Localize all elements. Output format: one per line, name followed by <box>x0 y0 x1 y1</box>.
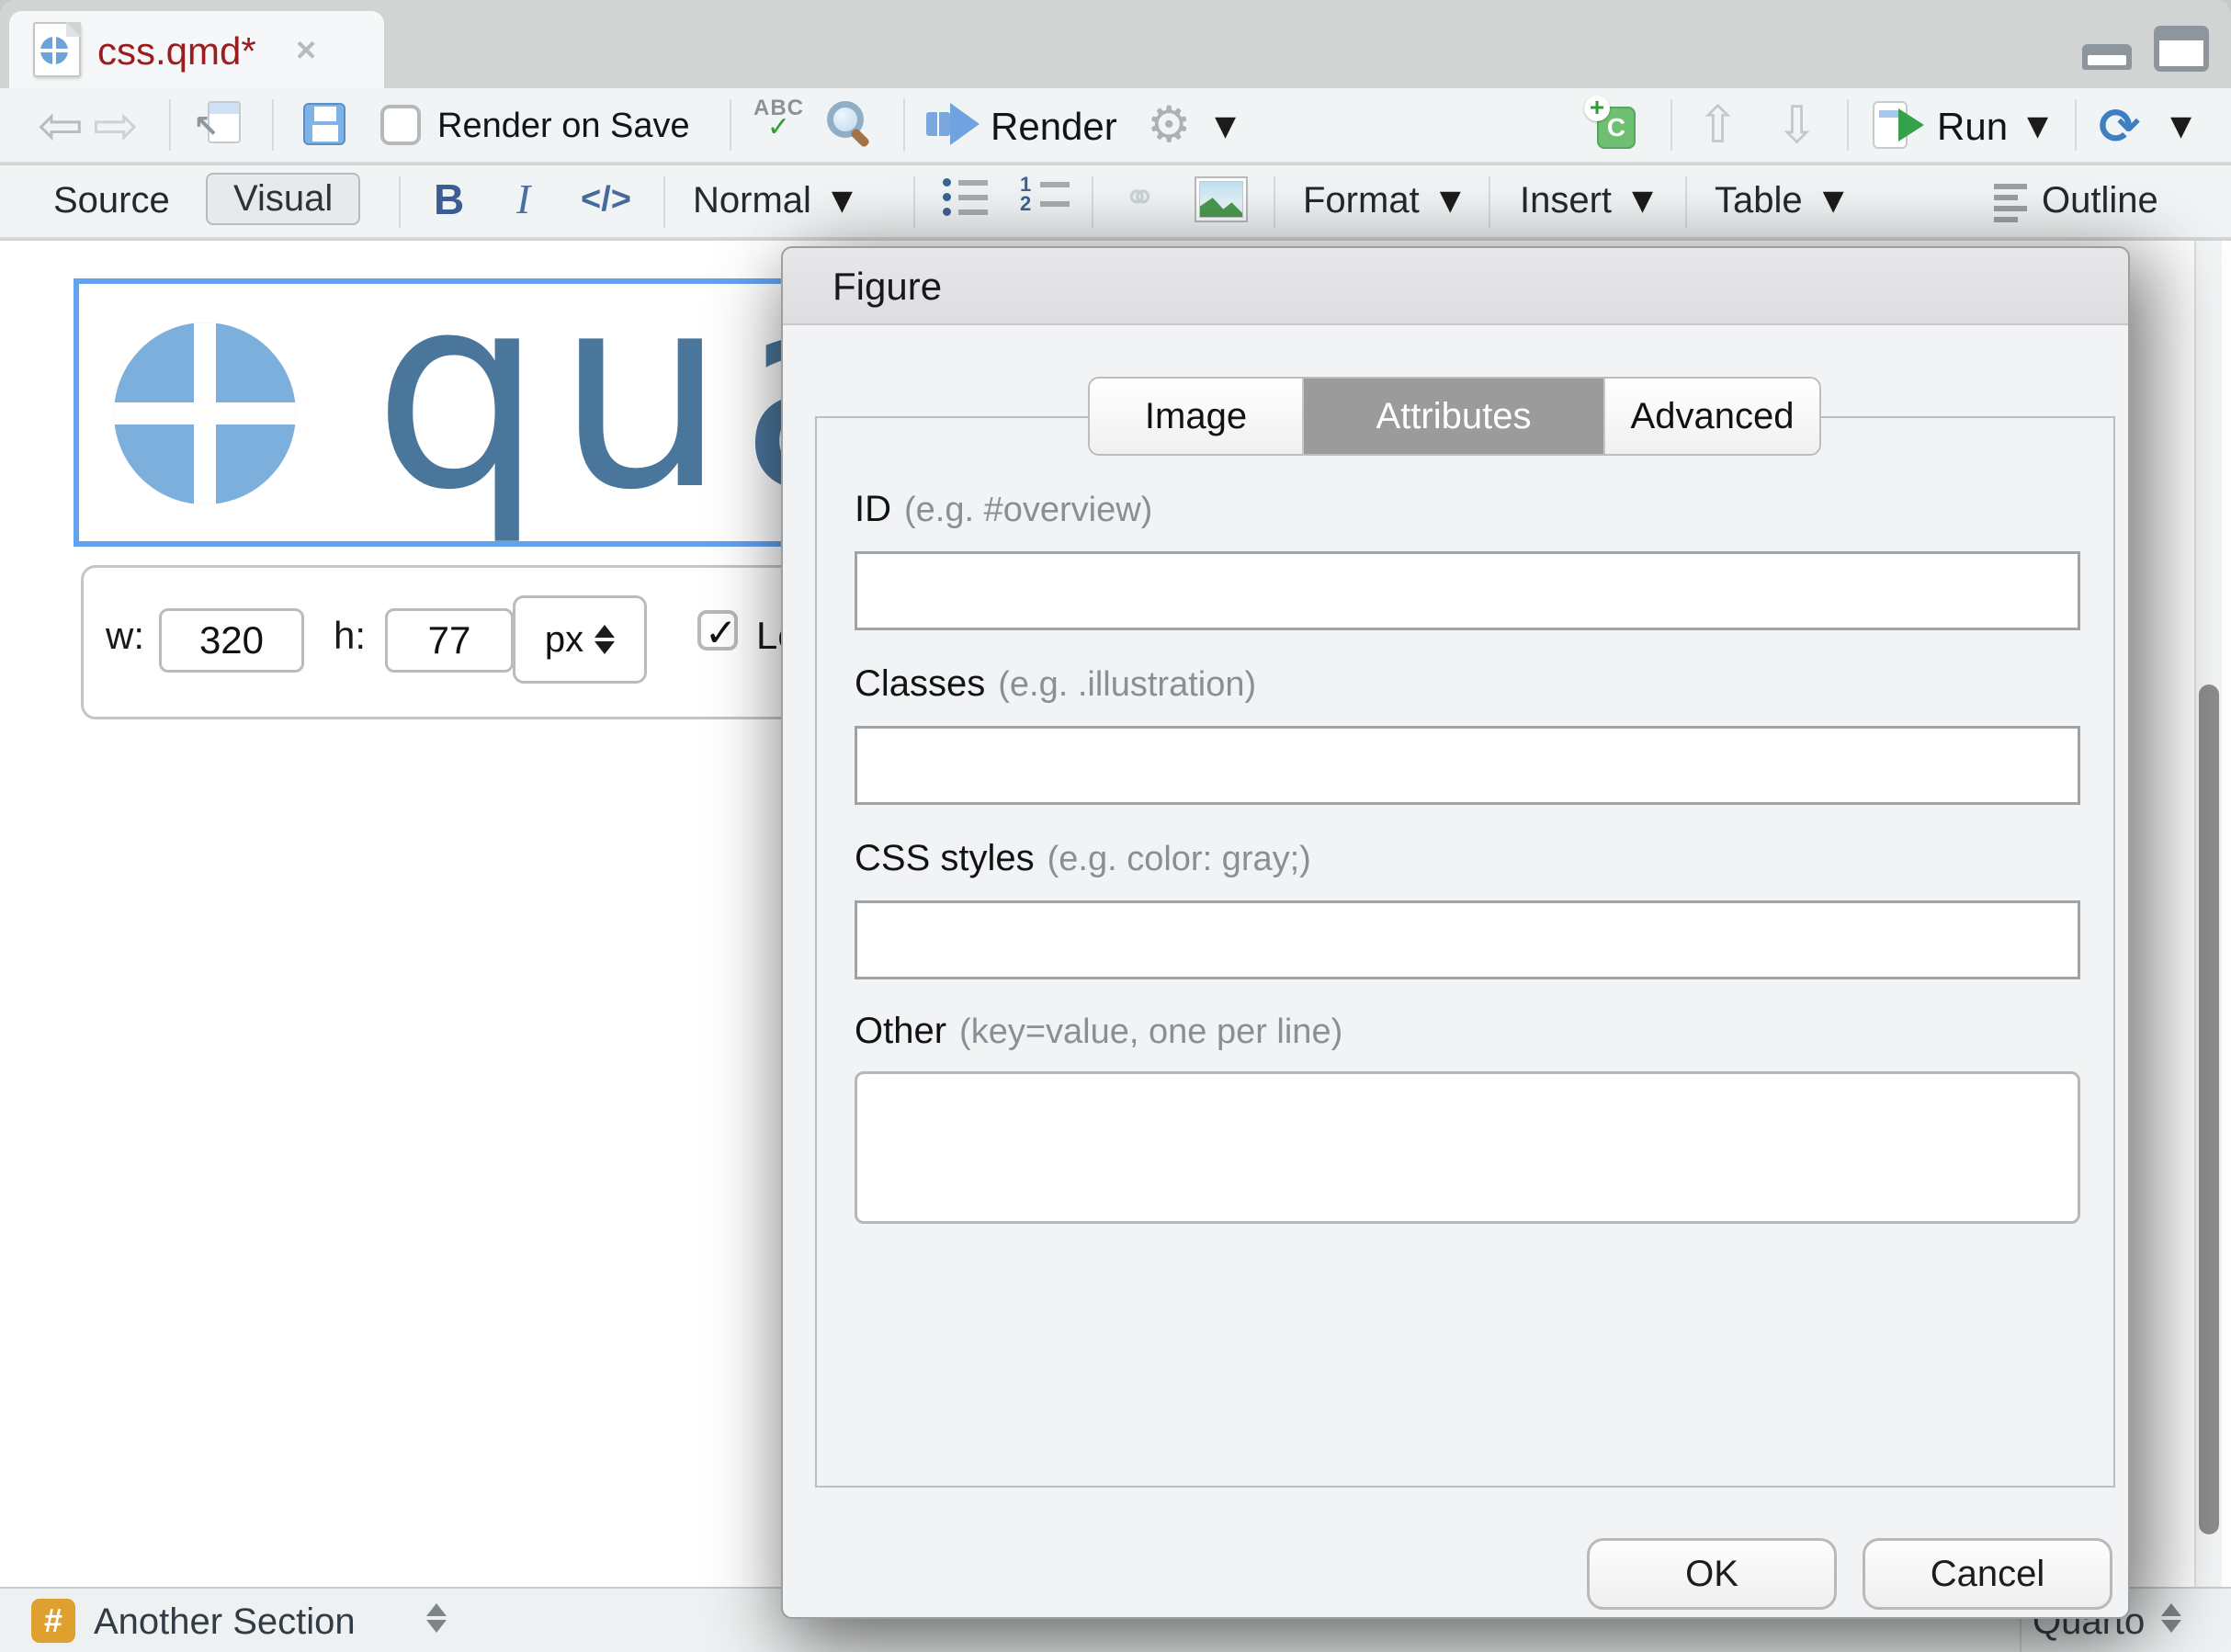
dialog-header[interactable]: Figure <box>783 248 2128 325</box>
code-icon[interactable]: </> <box>581 180 631 220</box>
tab-attributes[interactable]: Attributes <box>1304 379 1605 454</box>
numbered-list-icon[interactable]: 1 2 <box>1020 178 1070 210</box>
tab-css-qmd[interactable]: css.qmd* × <box>9 11 384 88</box>
bold-icon[interactable]: B <box>434 175 464 224</box>
rerun-source-icon[interactable]: ⟳ <box>2099 97 2140 155</box>
visual-mode-button[interactable]: Visual <box>206 173 360 225</box>
render-options-caret-icon[interactable]: ▼ <box>1215 110 1236 142</box>
height-input[interactable] <box>385 608 514 673</box>
quarto-file-icon <box>33 22 81 77</box>
cancel-button[interactable]: Cancel <box>1863 1538 2112 1610</box>
minimize-pane-icon[interactable] <box>2082 44 2132 70</box>
next-chunk-icon[interactable]: ⇩ <box>1775 96 1818 155</box>
italic-icon[interactable]: I <box>516 175 530 223</box>
open-in-new-window-icon[interactable]: ↖ <box>193 101 241 147</box>
insert-menu[interactable]: Insert▼ <box>1520 180 1653 221</box>
image-icon[interactable] <box>1195 176 1248 222</box>
back-icon[interactable]: ⇦ <box>33 97 88 154</box>
link-icon[interactable]: ⚭ <box>1123 175 1157 221</box>
height-label: h: <box>334 614 366 658</box>
run-options-caret-icon[interactable]: ▼ <box>2027 110 2048 142</box>
id-input[interactable] <box>855 551 2080 630</box>
search-icon[interactable] <box>827 101 864 138</box>
source-options-caret-icon[interactable]: ▼ <box>2170 110 2191 142</box>
outline-icon[interactable] <box>1994 184 2027 222</box>
maximize-pane-icon[interactable] <box>2154 26 2209 72</box>
other-field-label: Other(key=value, one per line) <box>855 1011 1342 1052</box>
tab-title: css.qmd* <box>97 29 256 74</box>
section-navigator[interactable]: Another Section <box>94 1601 356 1643</box>
tab-advanced[interactable]: Advanced <box>1605 379 1819 454</box>
quarto-logo-circle-icon <box>114 322 296 504</box>
gear-icon[interactable]: ⚙ <box>1147 96 1191 153</box>
other-textarea[interactable] <box>855 1071 2080 1224</box>
table-menu[interactable]: Table▼ <box>1715 180 1844 221</box>
source-mode-button[interactable]: Source <box>53 180 170 221</box>
format-menu[interactable]: Format▼ <box>1303 180 1461 221</box>
rstudio-window: css.qmd* × ⇦ ⇨ ↖ Render on Save ABC✓ Ren… <box>0 0 2231 1652</box>
paragraph-style-dropdown[interactable]: Normal▼ <box>693 180 853 221</box>
units-select[interactable]: px <box>513 595 647 684</box>
main-toolbar: ⇦ ⇨ ↖ Render on Save ABC✓ Render ⚙ ▼ C+ … <box>0 88 2231 164</box>
select-spinner-icon <box>595 625 615 654</box>
ok-button[interactable]: OK <box>1587 1538 1837 1610</box>
dialog-title: Figure <box>832 265 942 309</box>
css-styles-input[interactable] <box>855 900 2080 979</box>
lock-ratio-checkbox[interactable] <box>697 610 738 651</box>
figure-dialog: Figure Image Attributes Advanced ID(e.g.… <box>781 246 2130 1619</box>
previous-chunk-icon[interactable]: ⇧ <box>1696 96 1739 155</box>
width-label: w: <box>106 614 144 658</box>
render-icon[interactable] <box>926 103 981 147</box>
section-hash-icon: # <box>31 1599 75 1643</box>
css-styles-field-label: CSS styles(e.g. color: gray;) <box>855 838 1311 879</box>
run-icon[interactable] <box>1873 101 1926 149</box>
outline-toggle[interactable]: Outline <box>2042 180 2158 221</box>
format-mode-updown-icon[interactable] <box>2161 1603 2181 1633</box>
insert-chunk-icon[interactable]: C+ <box>1586 99 1636 149</box>
section-updown-icon[interactable] <box>426 1603 447 1633</box>
id-field-label: ID(e.g. #overview) <box>855 489 1152 530</box>
render-on-save-label: Render on Save <box>437 107 690 146</box>
vertical-scrollbar[interactable] <box>2194 241 2222 1587</box>
width-input[interactable] <box>159 608 304 673</box>
spellcheck-icon[interactable]: ABC✓ <box>753 97 804 141</box>
run-button[interactable]: Run <box>1937 105 2008 149</box>
bullet-list-icon[interactable] <box>943 178 988 216</box>
classes-input[interactable] <box>855 726 2080 805</box>
classes-field-label: Classes(e.g. .illustration) <box>855 663 1256 705</box>
forward-icon[interactable]: ⇨ <box>88 97 143 154</box>
tab-image[interactable]: Image <box>1090 379 1304 454</box>
render-on-save-checkbox[interactable] <box>380 105 421 145</box>
editor-tab-bar: css.qmd* × <box>0 0 2231 88</box>
scrollbar-thumb[interactable] <box>2199 685 2219 1534</box>
visual-editor-toolbar: Source Visual B I </> Normal▼ 1 2 ⚭ <box>0 165 2231 239</box>
render-button[interactable]: Render <box>991 105 1117 149</box>
save-icon[interactable] <box>303 103 345 145</box>
dialog-tab-strip: Image Attributes Advanced <box>1088 377 1821 456</box>
tab-close-icon[interactable]: × <box>296 31 316 71</box>
